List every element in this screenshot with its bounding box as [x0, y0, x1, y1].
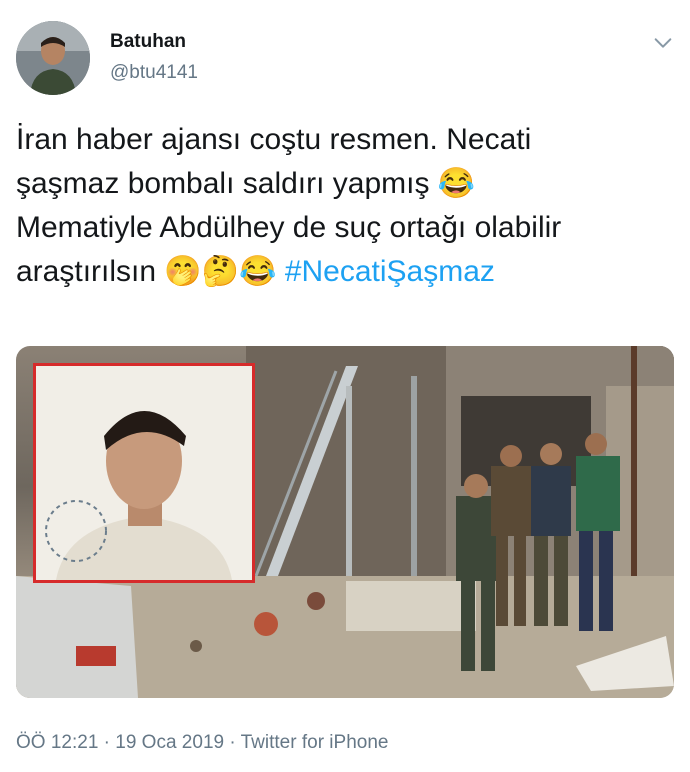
- author-handle[interactable]: @btu4141: [110, 62, 198, 84]
- avatar[interactable]: [16, 21, 90, 95]
- tweet-photo[interactable]: [16, 346, 674, 698]
- tweet-line: araştırılsın: [16, 255, 157, 288]
- tweet-line: İran haber ajansı coştu resmen. Necati: [16, 123, 532, 156]
- hashtag-link[interactable]: #NecatiŞaşmaz: [285, 255, 495, 288]
- tweet-line: şaşmaz bombalı saldırı yapmış: [16, 167, 430, 200]
- inset-portrait: [33, 363, 255, 583]
- tweet-line: Mematiyle Abdülhey de suç ortağı olabili…: [16, 211, 562, 244]
- author-name[interactable]: Batuhan: [110, 31, 186, 53]
- laughing-emoji-icon: 😂: [239, 255, 277, 288]
- hand-over-mouth-emoji-icon: 🤭: [164, 255, 202, 288]
- tweet-meta: ÖÖ 12:21 · 19 Oca 2019 · Twitter for iPh…: [16, 732, 389, 753]
- tweet-text: İran haber ajansı coştu resmen. Necati ş…: [16, 118, 676, 294]
- laughing-emoji-icon: 😂: [437, 167, 476, 200]
- chevron-down-icon[interactable]: [652, 32, 674, 54]
- thinking-emoji-icon: 🤔: [201, 255, 240, 288]
